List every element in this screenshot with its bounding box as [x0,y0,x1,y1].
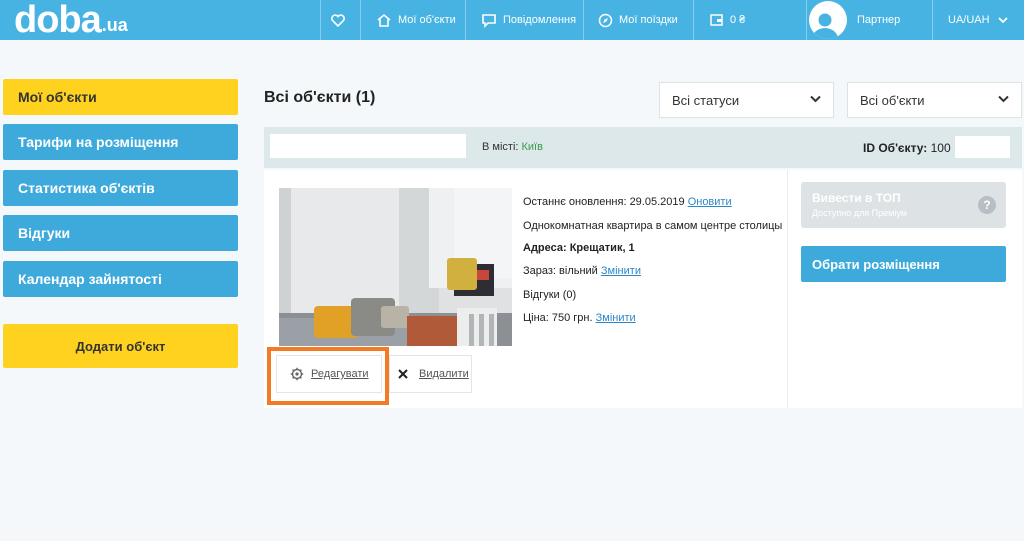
logo-tld: .ua [101,15,128,35]
object-id-prefix: 100 [930,141,951,155]
update-link[interactable]: Оновити [688,196,732,208]
sidebar-item-label: Календар зайнятості [18,271,162,287]
sidebar-item-label: Тарифи на розміщення [18,134,179,150]
listing-reviews: Відгуки (0) [523,289,577,301]
card-divider [787,170,788,408]
last-updated: Останнє оновлення: 29.05.2019 Оновити [523,196,732,208]
logo-text: doba [14,0,102,41]
objects-select[interactable]: Всі об'єкти [847,82,1022,118]
wallet-balance: 0 ₴ [730,14,746,26]
partner-label: Партнер [857,14,901,26]
page-title: Всі об'єкти (1) [264,89,376,106]
city-value[interactable]: Київ [522,141,543,153]
status-select-value: Всі статуси [672,92,740,108]
status-select[interactable]: Всі статуси [659,82,834,118]
listing-status: Зараз: вільний Змінити [523,265,641,277]
objects-select-value: Всі об'єкти [860,92,925,108]
choose-placement-label: Обрати розміщення [812,256,940,272]
user-icon [812,13,838,39]
avatar [809,1,847,39]
add-object-button[interactable]: Додати об'єкт [3,324,238,368]
nav-messages[interactable]: Повідомлення [465,0,583,40]
object-id-input[interactable] [955,136,1010,158]
search-input[interactable] [270,134,466,158]
last-updated-label: Останнє оновлення: 29.05.2019 [523,196,685,208]
nav-my-trips[interactable]: Мої поїздки [583,0,693,40]
heart-icon [330,13,345,27]
sidebar-item-label: Статистика об'єктів [18,180,155,196]
sidebar-item-tariffs[interactable]: Тарифи на розміщення [3,124,238,160]
wallet-button[interactable]: 0 ₴ [693,0,806,40]
sidebar-item-label: Відгуки [18,225,71,241]
delete-button[interactable]: Видалити [389,355,472,393]
doba-logo[interactable]: doba .ua [14,0,128,40]
object-id-label: ID Об'єкту: [863,141,928,155]
sidebar-item-reviews[interactable]: Відгуки [3,215,238,251]
partner-menu[interactable]: Партнер [806,0,932,40]
locale-select[interactable]: UA/UAH [932,0,1024,40]
promote-top-subtitle: Доступно для Преміум [812,208,907,218]
home-icon [377,13,391,27]
delete-button-label: Видалити [419,368,469,380]
close-icon [398,369,408,379]
sidebar-item-my-objects[interactable]: Мої об'єкти [3,79,238,115]
object-id-filter: ID Об'єкту: 100 [863,141,951,155]
listing-photo[interactable] [279,188,512,346]
nav-messages-label: Повідомлення [503,14,577,26]
compass-icon [598,13,613,27]
filter-bar: В місті: Київ ID Об'єкту: 100 [264,127,1022,168]
listing-address: Адреса: Крещатик, 1 [523,242,635,254]
listing-price-label: Ціна: 750 грн. [523,312,593,324]
promote-top-button[interactable]: Вивести в ТОП Доступно для Преміум ? [801,182,1006,228]
listing-status-label: Зараз: вільний [523,265,598,277]
listing-address-text: Адреса: Крещатик, 1 [523,242,635,254]
choose-placement-button[interactable]: Обрати розміщення [801,246,1006,282]
city-label: В місті: [482,141,519,153]
sidebar-item-label: Мої об'єкти [18,89,97,105]
nav-my-trips-label: Мої поїздки [619,14,678,26]
top-header: doba .ua Мої об'єкти Повідомлення Мої по… [0,0,1024,40]
chevron-down-icon [998,95,1009,103]
chevron-down-icon [997,16,1008,23]
city-filter: В місті: Київ [482,141,543,153]
change-price-link[interactable]: Змінити [596,312,636,324]
edit-highlight-frame [267,347,389,405]
chevron-down-icon [810,95,821,103]
promote-top-title: Вивести в ТОП [812,191,901,205]
listing-description: Однокомнатная квартира в самом центре ст… [523,220,783,232]
room-photo-image [279,188,512,346]
message-icon [482,13,496,28]
favorites-button[interactable] [320,0,360,40]
change-status-link[interactable]: Змінити [601,265,641,277]
sidebar-item-statistics[interactable]: Статистика об'єктів [3,170,238,206]
sidebar-item-calendar[interactable]: Календар зайнятості [3,261,238,297]
help-icon[interactable]: ? [978,196,996,214]
listing-price: Ціна: 750 грн. Змінити [523,312,636,324]
nav-my-objects-label: Мої об'єкти [398,14,456,26]
wallet-icon [710,14,723,26]
locale-label: UA/UAH [948,14,990,26]
add-object-label: Додати об'єкт [75,338,166,354]
nav-my-objects[interactable]: Мої об'єкти [360,0,465,40]
